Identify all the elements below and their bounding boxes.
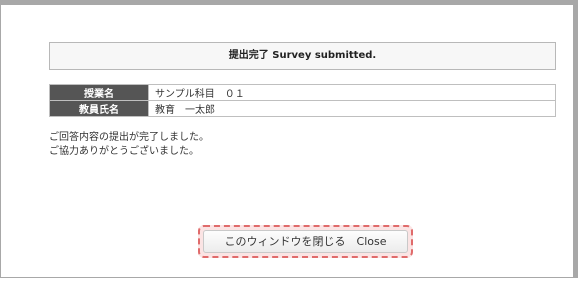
course-info-table: 授業名 サンプル科目 ０１ 教員氏名 教育 一太郎 <box>49 84 556 117</box>
table-row: 教員氏名 教育 一太郎 <box>49 100 556 117</box>
completion-message: ご回答内容の提出が完了しました。 ご協力ありがとうございました。 <box>49 131 209 159</box>
close-window-button-highlight[interactable]: このウィンドウを閉じる Close <box>198 225 413 258</box>
instructor-name-label: 教員氏名 <box>49 100 149 117</box>
thanks-message-line: ご協力ありがとうございました。 <box>49 146 199 157</box>
submission-banner: 提出完了 Survey submitted. <box>49 42 556 70</box>
completion-message-line: ご回答内容の提出が完了しました。 <box>49 132 209 143</box>
table-row: 授業名 サンプル科目 ０１ <box>49 84 556 101</box>
instructor-name-value: 教育 一太郎 <box>148 100 556 117</box>
close-window-button[interactable]: このウィンドウを閉じる Close <box>203 230 408 253</box>
course-name-value: サンプル科目 ０１ <box>148 84 556 101</box>
course-name-label: 授業名 <box>49 84 149 101</box>
